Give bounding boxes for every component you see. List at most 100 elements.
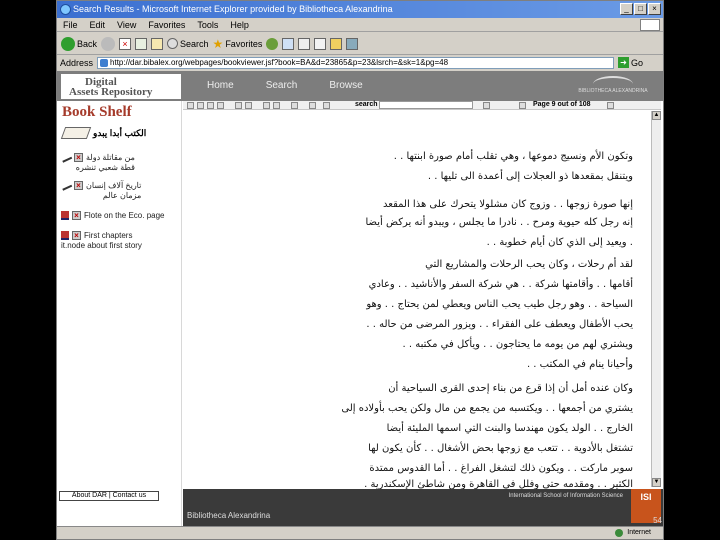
zoom-in-icon[interactable] <box>235 102 242 109</box>
page-line: السياحة . . وهو رجل طيب يحب الناس ويعطي … <box>366 299 633 310</box>
back-arrow-icon <box>61 36 75 51</box>
forward-button[interactable] <box>101 36 116 51</box>
title-bar: Search Results - Microsoft Internet Expl… <box>57 1 663 18</box>
last-page-icon[interactable] <box>217 102 224 109</box>
folder-icon[interactable] <box>330 37 343 50</box>
internet-zone: Internet <box>615 527 651 539</box>
page-line: وأحيانا ينام في المكتب . . <box>526 359 633 370</box>
nav-browse[interactable]: Browse <box>329 80 362 91</box>
page-line: أقامها . . وأقامتها شركة . . هي شركة الس… <box>368 279 633 290</box>
page-line: لقد أم رحلات ، وكان يحب الرحلات والمشاري… <box>425 259 633 270</box>
zoom-out-icon[interactable] <box>245 102 252 109</box>
page-line: سوبر ماركت . . ويكون ذلك لتشغل الفراغ . … <box>369 463 633 474</box>
book-icon <box>61 231 69 240</box>
address-label: Address <box>60 57 94 68</box>
vertical-scrollbar[interactable]: ▲ ▼ <box>651 111 661 487</box>
ie-icon <box>60 4 71 15</box>
page-line: إنها صورة زوجها . . وزوج كان مشلولا يتحر… <box>383 199 633 210</box>
menu-help[interactable]: Help <box>230 18 249 31</box>
menu-view[interactable]: View <box>117 18 136 31</box>
star-icon: ★ <box>212 36 224 51</box>
page-line: ويتنقل بمقعدها ذو العجلات إلى أعمدة الى … <box>427 171 633 182</box>
first-page-icon[interactable] <box>187 102 194 109</box>
print-page-icon[interactable] <box>309 102 316 109</box>
next-page-icon[interactable] <box>207 102 214 109</box>
book-icon <box>61 211 69 220</box>
footer-links[interactable]: About DAR | Contact us <box>59 491 159 501</box>
address-input[interactable]: http://dar.bibalex.org/webpages/bookview… <box>97 56 614 69</box>
site-footer: About DAR | Contact us Bibliotheca Alexa… <box>59 489 663 527</box>
shelf-item[interactable]: × من مقاتلة دولة قطة شعبي تنشره <box>59 151 135 173</box>
toolbar: Back × Search ★ Favorites <box>57 33 663 55</box>
nav-search[interactable]: Search <box>266 80 298 91</box>
page-line: ويشتري لهم من يومه ما يحتاجون . . ويأكل … <box>402 339 633 350</box>
shelf-item[interactable]: × تاريخ آلاف إنسان مزمان عالم <box>59 179 141 201</box>
home-button[interactable] <box>151 37 164 50</box>
bookshelf-arabic-label: الكتب أبدا يبدو <box>93 127 147 138</box>
dar-logo[interactable]: Digital Assets Repository <box>61 74 181 99</box>
fit-page-icon[interactable] <box>273 102 280 109</box>
menu-edit[interactable]: Edit <box>90 18 106 31</box>
viewer-toolbar: search Page 9 out of 108 <box>183 101 661 110</box>
page-line: وكان عنده أمل أن إذا قرع من بناء إحدى ال… <box>388 383 633 394</box>
window-title: Search Results - Microsoft Internet Expl… <box>73 4 393 14</box>
shelf-item[interactable]: × First chapters it.node about first stor… <box>61 231 142 251</box>
print-icon[interactable] <box>298 37 311 50</box>
shelf-item[interactable]: × Flote on the Eco. page <box>61 211 165 221</box>
page-line: تشتغل بالأدوية . . تتعب مع زوجها بحض الأ… <box>368 443 633 454</box>
menu-file[interactable]: File <box>63 18 78 31</box>
page-line: وتكون الأم ونسيج دموعها ، وهي تقلب أمام … <box>393 151 633 162</box>
remove-icon[interactable]: × <box>72 231 81 240</box>
back-button[interactable]: Back <box>61 36 97 51</box>
browser-window: Search Results - Microsoft Internet Expl… <box>56 0 664 540</box>
page-line: الخارج . . الولد يكون مهندسا والبنت التي… <box>386 423 633 434</box>
remove-icon[interactable]: × <box>74 181 83 190</box>
page-next-icon[interactable] <box>607 102 614 109</box>
page-line: يحب الأطفال ويعطف على الفقراء . . ويزور … <box>366 319 633 330</box>
edit-icon[interactable] <box>314 37 327 50</box>
search-button[interactable]: Search <box>167 38 209 49</box>
minimize-button[interactable]: _ <box>620 3 633 15</box>
page-line: . ويعيد إلى الذي كان أيام خطوبة . . <box>486 237 633 248</box>
search-label: search <box>355 101 378 108</box>
mail-icon[interactable] <box>282 37 295 50</box>
scroll-up-icon[interactable]: ▲ <box>652 111 661 120</box>
slide-number: 54 <box>653 516 662 525</box>
maximize-button[interactable]: □ <box>634 3 647 15</box>
close-button[interactable]: × <box>648 3 661 15</box>
bibalex-logo: BIBLIOTHECA ALEXANDRINA <box>571 74 655 96</box>
prev-page-icon[interactable] <box>197 102 204 109</box>
go-arrow-icon: ➜ <box>617 57 629 68</box>
site-header: Digital Assets Repository Home Search Br… <box>57 71 663 101</box>
favorites-button[interactable]: ★ Favorites <box>213 37 263 51</box>
pen-icon <box>59 179 73 191</box>
nav-home[interactable]: Home <box>207 80 234 91</box>
messenger-icon[interactable] <box>346 37 359 50</box>
page-viewport: Digital Assets Repository Home Search Br… <box>57 71 663 527</box>
refresh-button[interactable] <box>135 37 148 50</box>
menu-bar: File Edit View Favorites Tools Help <box>57 18 663 32</box>
remove-icon[interactable]: × <box>74 153 83 162</box>
bookshelf-title: Book Shelf <box>62 104 132 120</box>
search-icon <box>167 38 179 49</box>
search-go-icon[interactable] <box>483 102 490 109</box>
windows-flag-icon <box>640 19 660 31</box>
menu-favorites[interactable]: Favorites <box>148 18 185 31</box>
status-bar: Internet <box>57 526 663 539</box>
pen-icon <box>59 151 73 163</box>
history-icon[interactable] <box>266 37 279 50</box>
go-button[interactable]: ➜ Go <box>617 57 663 68</box>
book-search-input[interactable] <box>379 101 473 109</box>
bookshelf-sidebar: Book Shelf الكتب أبدا يبدو × من مقاتلة دو… <box>57 101 182 527</box>
remove-icon[interactable]: × <box>72 211 81 220</box>
page-prev-icon[interactable] <box>519 102 526 109</box>
footer-isi: International School of Information Scie… <box>508 493 623 499</box>
book-viewer: search Page 9 out of 108 وتكون الأم ونسي… <box>59 101 663 527</box>
stop-button[interactable]: × <box>119 37 132 50</box>
bookmark-icon[interactable] <box>323 102 330 109</box>
page-indicator: Page 9 out of 108 <box>533 101 591 108</box>
fit-width-icon[interactable] <box>263 102 270 109</box>
scroll-down-icon[interactable]: ▼ <box>652 478 661 487</box>
menu-tools[interactable]: Tools <box>197 18 218 31</box>
rotate-icon[interactable] <box>291 102 298 109</box>
